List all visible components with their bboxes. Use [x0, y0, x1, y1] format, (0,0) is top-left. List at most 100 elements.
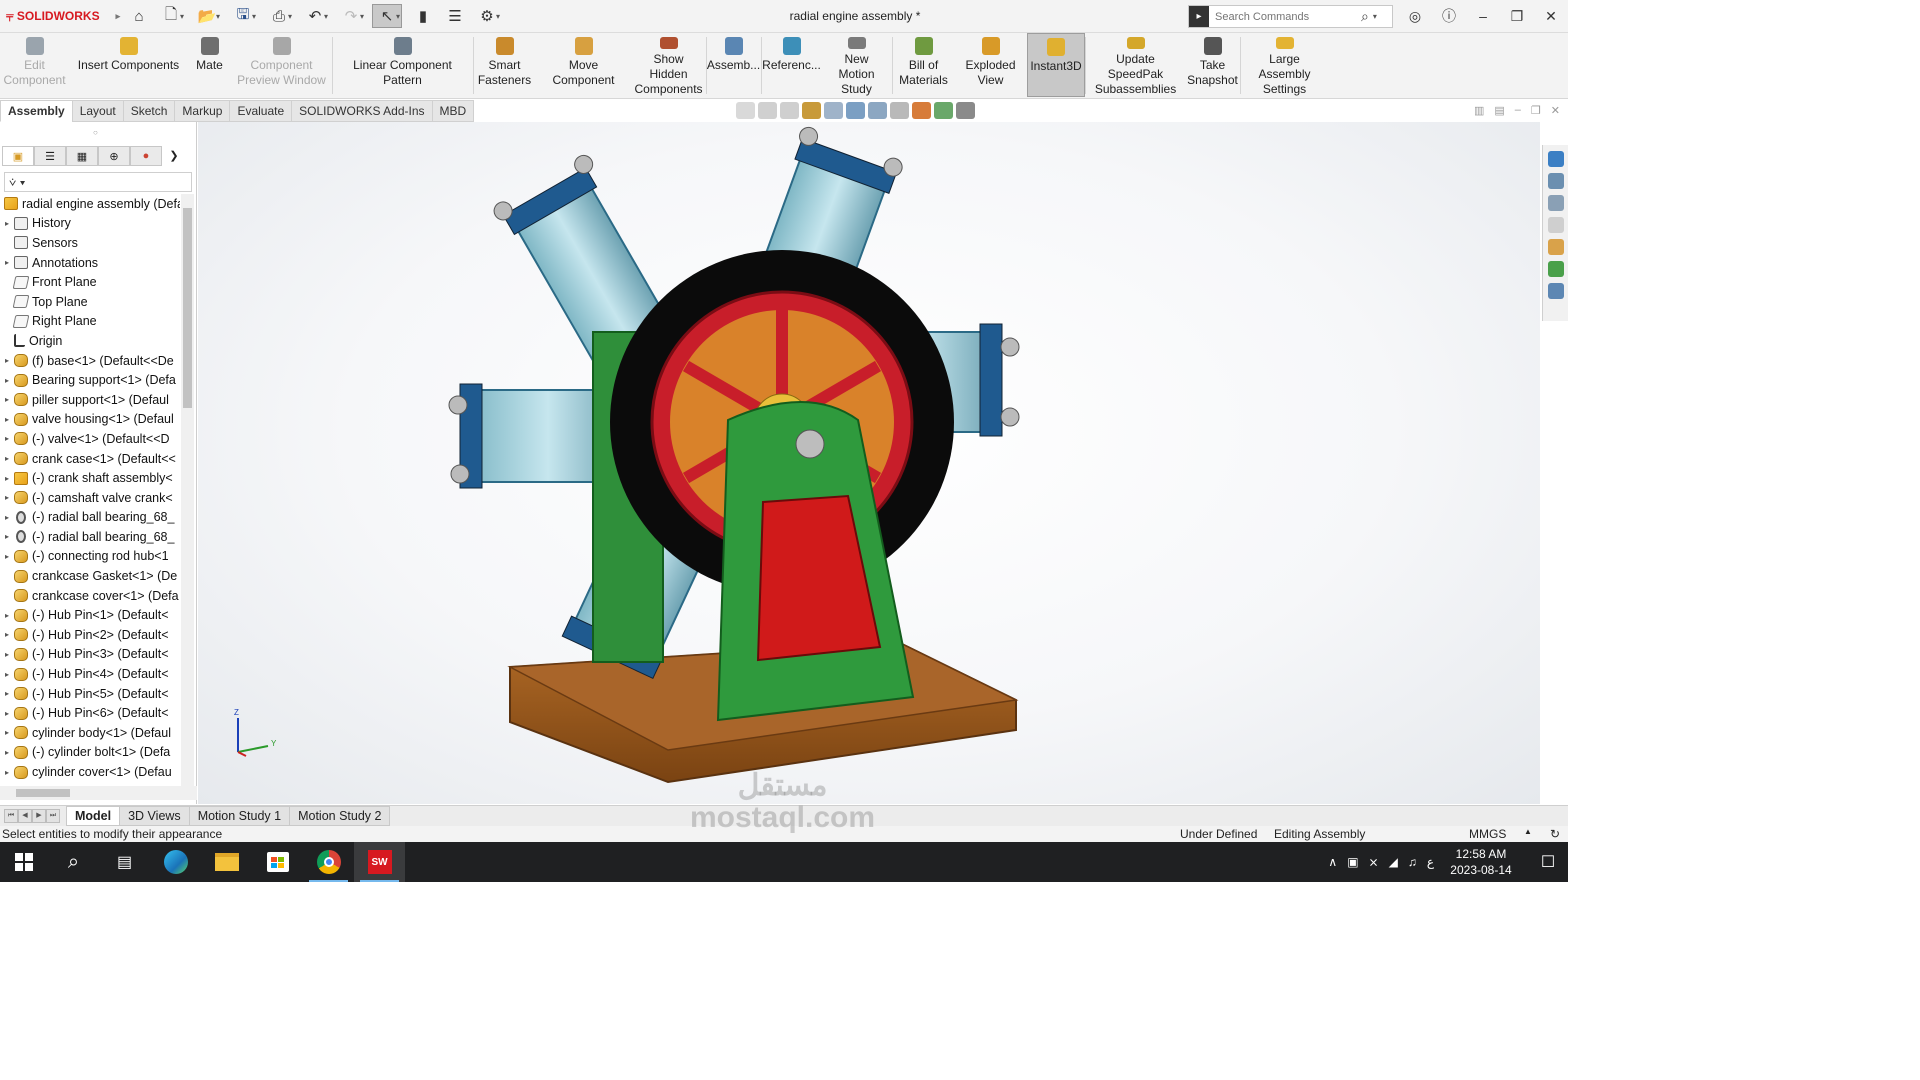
tree-item[interactable]: Right Plane	[0, 312, 180, 332]
tree-item[interactable]: ▸ (-) Hub Pin<4> (Default<	[0, 664, 180, 684]
property-manager-tab-icon[interactable]: ☰	[34, 146, 66, 166]
tab-layout[interactable]: Layout	[71, 100, 124, 122]
input-language[interactable]: ع	[1427, 855, 1434, 869]
expand-arrow-icon[interactable]: ▸	[0, 356, 14, 365]
ribbon-button-10[interactable]: New Motion Study	[822, 33, 892, 97]
display-manager-tab-icon[interactable]: ●	[130, 146, 162, 166]
ribbon-button-13[interactable]: Instant3D	[1027, 33, 1085, 97]
zoom-to-area-icon[interactable]	[758, 102, 777, 119]
next-tab-icon[interactable]: ▶	[32, 809, 46, 823]
file-explorer-icon[interactable]	[201, 842, 252, 882]
volume-icon[interactable]: ♫	[1408, 855, 1417, 869]
filter-icon[interactable]: ⩒ ▾	[9, 175, 26, 189]
tree-item[interactable]: ▸ (-) cylinder bolt<1> (Defa	[0, 743, 180, 763]
scrollbar-thumb[interactable]	[16, 789, 70, 797]
help-icon[interactable]: ⓘ	[1432, 6, 1466, 26]
ribbon-button-6[interactable]: Move Component	[536, 33, 632, 97]
tree-item[interactable]: ▸ (-) Hub Pin<6> (Default<	[0, 703, 180, 723]
design-library-icon[interactable]	[1547, 195, 1564, 211]
wifi-icon[interactable]: ◢	[1389, 855, 1398, 869]
tree-item[interactable]: ▸ (-) valve<1> (Default<<D	[0, 429, 180, 449]
expand-arrow-icon[interactable]: ▸	[0, 689, 14, 698]
ribbon-button-2[interactable]: Mate	[188, 33, 232, 97]
expand-arrow-icon[interactable]: ▸	[0, 532, 14, 541]
expand-arrow-icon[interactable]: ▸	[0, 670, 14, 679]
expand-arrow-icon[interactable]: ▸	[0, 258, 14, 267]
tree-item[interactable]: ▸ (-) radial ball bearing_68_	[0, 527, 180, 547]
ribbon-button-7[interactable]: Show Hidden Components	[632, 33, 706, 97]
dimxpert-tab-icon[interactable]: ⊕	[98, 146, 130, 166]
rebuild-icon[interactable]: ↻	[1550, 827, 1560, 841]
solidworks-logo[interactable]: ⫧ SOLIDWORKS ▸	[0, 8, 120, 25]
tree-item[interactable]: ▸ crank case<1> (Default<<	[0, 449, 180, 469]
chevron-down-icon[interactable]: ▾	[496, 12, 506, 21]
search-icon[interactable]: ⌕	[48, 842, 99, 882]
tree-item[interactable]: ▸ (-) Hub Pin<1> (Default<	[0, 605, 180, 625]
solidworks-resources-icon[interactable]	[1547, 151, 1564, 167]
windows-start-icon[interactable]	[0, 842, 48, 882]
microsoft-store-icon[interactable]	[252, 842, 303, 882]
appearances-icon[interactable]	[1547, 261, 1564, 277]
tree-item[interactable]: ▸ (-) connecting rod hub<1	[0, 547, 180, 567]
tree-item[interactable]: ▸ Annotations	[0, 253, 180, 273]
tab-3d-views[interactable]: 3D Views	[119, 806, 190, 826]
tab-model[interactable]: Model	[66, 806, 121, 826]
chevron-down-icon[interactable]: ▾	[396, 12, 406, 21]
minimize-button[interactable]: –	[1466, 8, 1500, 24]
expand-arrow-icon[interactable]: ▸	[0, 219, 14, 228]
expand-arrow-icon[interactable]: ▸	[0, 650, 14, 659]
prev-tab-icon[interactable]: ◀	[18, 809, 32, 823]
tab-assembly[interactable]: Assembly	[0, 100, 73, 122]
chevron-right-icon[interactable]: ❯	[162, 146, 186, 166]
ribbon-button-1[interactable]: Insert Components	[70, 33, 188, 97]
tree-item[interactable]: ▸ Bearing support<1> (Defa	[0, 370, 180, 390]
chevron-down-icon[interactable]: ▾	[288, 12, 298, 21]
task-view-icon[interactable]: ▤	[99, 842, 150, 882]
split-view-icon[interactable]: ▥	[1474, 104, 1484, 117]
tree-item[interactable]: ▸ cylinder cover<1> (Defau	[0, 762, 180, 782]
tab-motion-study-1[interactable]: Motion Study 1	[188, 806, 291, 826]
notifications-icon[interactable]: ☐	[1528, 852, 1568, 872]
expand-arrow-icon[interactable]: ▸	[0, 709, 14, 718]
search-icon[interactable]: ⌕	[1361, 8, 1369, 25]
previous-view-icon[interactable]	[780, 102, 799, 119]
ribbon-button-14[interactable]: Update SpeedPak Subassemblies	[1086, 33, 1186, 97]
tree-item[interactable]: ▸ (-) camshaft valve crank<	[0, 488, 180, 508]
minimize-icon[interactable]: –	[1515, 104, 1521, 117]
tab-motion-study-2[interactable]: Motion Study 2	[289, 806, 391, 826]
tree-item[interactable]: ▸ valve housing<1> (Defaul	[0, 410, 180, 430]
tab-mbd[interactable]: MBD	[431, 100, 475, 122]
chevron-up-icon[interactable]: ∧	[1328, 855, 1337, 869]
graphics-area[interactable]: Z Y	[198, 122, 1540, 804]
tree-root-assembly[interactable]: radial engine assembly (Defa	[0, 194, 180, 214]
unit-system[interactable]: MMGS	[1469, 827, 1506, 841]
file-properties-icon[interactable]: ☰	[440, 4, 470, 28]
hide-show-items-icon[interactable]	[890, 102, 909, 119]
expand-arrow-icon[interactable]: ▸	[0, 728, 14, 737]
tree-filter[interactable]: ⩒ ▾	[4, 172, 192, 192]
expand-arrow-icon[interactable]: ▸	[0, 454, 14, 463]
expand-arrow-icon[interactable]: ▸	[0, 552, 14, 561]
tab-solidworks-add-ins[interactable]: SOLIDWORKS Add-Ins	[291, 100, 433, 122]
user-account-icon[interactable]: ◎	[1398, 8, 1432, 25]
expand-arrow-icon[interactable]: ▸	[0, 630, 14, 639]
meet-now-icon[interactable]: ▣	[1347, 855, 1358, 869]
ribbon-button-5[interactable]: Smart Fasteners	[474, 33, 536, 97]
expand-arrow-icon[interactable]: ▸	[0, 415, 14, 424]
ribbon-button-12[interactable]: Exploded View	[955, 33, 1027, 97]
restore-button[interactable]: ❐	[1500, 8, 1534, 25]
search-input[interactable]	[1215, 10, 1355, 23]
tree-item[interactable]: crankcase cover<1> (Defa	[0, 586, 180, 606]
solidworks-taskbar-icon[interactable]: SW	[354, 842, 405, 882]
taskbar-clock[interactable]: 12:58 AM 2023-08-14	[1444, 846, 1518, 878]
tree-item[interactable]: Top Plane	[0, 292, 180, 312]
last-tab-icon[interactable]: ⏭	[46, 809, 60, 823]
chevron-down-icon[interactable]: ▾	[252, 12, 262, 21]
chevron-down-icon[interactable]: ▾	[1373, 12, 1377, 21]
expand-arrow-icon[interactable]: ▸	[0, 395, 14, 404]
network-offline-icon[interactable]: ⨯	[1369, 855, 1379, 869]
expand-arrow-icon[interactable]: ▸	[0, 513, 14, 522]
home-icon[interactable]: ⌂	[124, 4, 154, 28]
view-orientation-icon[interactable]	[846, 102, 865, 119]
ribbon-button-11[interactable]: Bill of Materials	[893, 33, 955, 97]
